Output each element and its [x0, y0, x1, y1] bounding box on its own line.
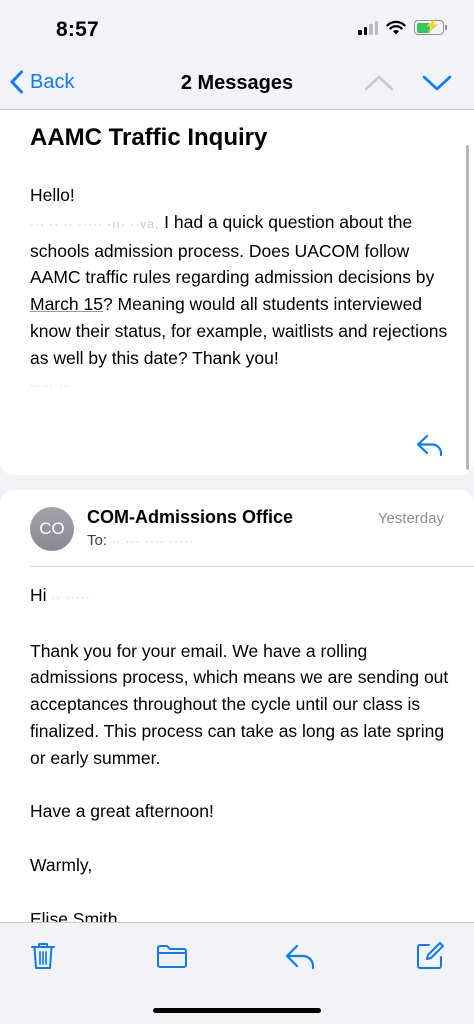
avatar: CO — [30, 507, 74, 551]
previous-message-chevron-up-icon[interactable] — [364, 74, 394, 92]
sender-name[interactable]: COM-Admissions Office — [87, 507, 293, 528]
reply-icon[interactable] — [284, 943, 316, 971]
message-body: Hello! ··· ·· ·· ····· ·ıı· ··va, I had … — [30, 182, 450, 398]
reply-closing: Have a great afternoon! — [30, 801, 214, 822]
status-icons: ⚡ — [358, 18, 447, 35]
reply-greeting: Hi ·· ····· — [30, 582, 450, 611]
battery-icon: ⚡ — [414, 18, 447, 35]
reply-body: Hi ·· ····· Thank you for your email. We… — [30, 582, 450, 932]
message-date: Yesterday — [377, 510, 444, 527]
status-bar: 8:57 ⚡ — [0, 0, 474, 62]
date-link[interactable]: March 15 — [30, 294, 103, 314]
message-card-reply[interactable]: CO COM-Admissions Office To: ·· ··· ····… — [0, 490, 474, 929]
redacted-name: ··· ·· ·· ····· ·ıı· ··va, — [30, 216, 160, 231]
folder-icon[interactable] — [156, 943, 188, 969]
cellular-signal-icon — [358, 20, 378, 35]
redacted-signature: ·· ·· ·· — [30, 377, 69, 392]
reply-icon[interactable] — [416, 433, 444, 457]
message-paragraph: ··· ·· ·· ····· ·ıı· ··va, I had a quick… — [30, 209, 450, 372]
reply-paragraph: Thank you for your email. We have a roll… — [30, 640, 449, 768]
message-subject: AAMC Traffic Inquiry — [30, 124, 268, 151]
next-message-chevron-down-icon[interactable] — [422, 74, 452, 92]
to-label: To: — [87, 532, 108, 549]
wifi-icon — [386, 20, 406, 35]
redacted-greeting-name: ·· ····· — [51, 590, 91, 604]
home-indicator[interactable] — [153, 1008, 321, 1013]
status-time: 8:57 — [56, 18, 99, 41]
trash-icon[interactable] — [30, 941, 56, 971]
recipient-line[interactable]: To: ·· ··· ···· ····· — [87, 532, 194, 549]
nav-title: 2 Messages — [180, 72, 294, 94]
message-card-original[interactable]: AAMC Traffic Inquiry Hello! ··· ·· ·· ··… — [0, 110, 474, 475]
header-divider — [30, 566, 474, 567]
redacted-recipient: ·· ··· ···· ····· — [111, 534, 195, 548]
message-greeting: Hello! — [30, 185, 75, 205]
scroll-indicator[interactable] — [466, 145, 469, 470]
greeting-prefix: Hi — [30, 585, 47, 605]
reply-signoff: Warmly, — [30, 854, 93, 875]
navigation-bar: Back 2 Messages — [0, 62, 474, 110]
compose-icon[interactable] — [415, 941, 445, 971]
